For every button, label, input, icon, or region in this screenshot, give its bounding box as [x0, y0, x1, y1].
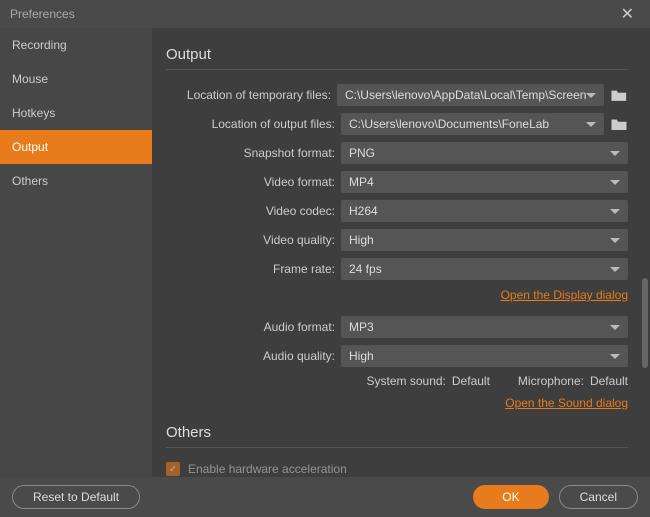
audio-format-value: MP3 [349, 320, 374, 334]
chevron-down-icon [586, 93, 596, 98]
ok-button[interactable]: OK [473, 485, 548, 509]
temp-files-select[interactable]: C:\Users\lenovo\AppData\Local\Temp\Scree… [337, 84, 604, 106]
temp-files-value: C:\Users\lenovo\AppData\Local\Temp\Scree… [345, 88, 586, 102]
reset-button[interactable]: Reset to Default [12, 485, 140, 509]
output-files-select[interactable]: C:\Users\lenovo\Documents\FoneLab [341, 113, 604, 135]
snapshot-format-select[interactable]: PNG [341, 142, 628, 164]
video-format-label: Video format: [166, 175, 341, 189]
chevron-down-icon [610, 267, 620, 272]
chevron-down-icon [610, 151, 620, 156]
close-icon[interactable]: ✕ [615, 2, 640, 26]
system-sound-value: Default [452, 374, 490, 388]
sidebar-item-hotkeys[interactable]: Hotkeys [0, 96, 152, 130]
system-sound-label: System sound: [367, 374, 446, 388]
frame-rate-label: Frame rate: [166, 262, 341, 276]
snapshot-format-value: PNG [349, 146, 375, 160]
snapshot-format-label: Snapshot format: [166, 146, 341, 160]
output-files-value: C:\Users\lenovo\Documents\FoneLab [349, 117, 549, 131]
video-codec-value: H264 [349, 204, 378, 218]
footer: Reset to Default OK Cancel [0, 477, 650, 517]
hw-accel-label: Enable hardware acceleration [188, 462, 347, 476]
content: Output Location of temporary files: C:\U… [152, 28, 650, 477]
folder-icon[interactable] [610, 87, 628, 103]
temp-files-label: Location of temporary files: [166, 88, 337, 102]
section-title-others: Others [166, 424, 628, 448]
audio-quality-value: High [349, 349, 374, 363]
chevron-down-icon [610, 238, 620, 243]
microphone-value: Default [590, 374, 628, 388]
frame-rate-value: 24 fps [349, 262, 382, 276]
titlebar: Preferences ✕ [0, 0, 650, 28]
chevron-down-icon [610, 325, 620, 330]
chevron-down-icon [610, 180, 620, 185]
video-format-value: MP4 [349, 175, 374, 189]
chevron-down-icon [586, 122, 596, 127]
audio-quality-select[interactable]: High [341, 345, 628, 367]
folder-icon[interactable] [610, 116, 628, 132]
output-files-label: Location of output files: [166, 117, 341, 131]
audio-format-label: Audio format: [166, 320, 341, 334]
main: Recording Mouse Hotkeys Output Others Ou… [0, 28, 650, 477]
scrollbar-thumb[interactable] [642, 278, 648, 368]
checkbox-icon[interactable]: ✓ [166, 462, 180, 476]
window-title: Preferences [10, 7, 75, 21]
display-dialog-link[interactable]: Open the Display dialog [166, 288, 628, 302]
audio-format-select[interactable]: MP3 [341, 316, 628, 338]
video-codec-select[interactable]: H264 [341, 200, 628, 222]
section-title-output: Output [166, 46, 628, 70]
hw-accel-row[interactable]: ✓ Enable hardware acceleration [166, 462, 628, 476]
chevron-down-icon [610, 354, 620, 359]
video-format-select[interactable]: MP4 [341, 171, 628, 193]
video-quality-value: High [349, 233, 374, 247]
chevron-down-icon [610, 209, 620, 214]
sidebar-item-output[interactable]: Output [0, 130, 152, 164]
sidebar-item-mouse[interactable]: Mouse [0, 62, 152, 96]
sidebar: Recording Mouse Hotkeys Output Others [0, 28, 152, 477]
cancel-button[interactable]: Cancel [559, 485, 638, 509]
audio-quality-label: Audio quality: [166, 349, 341, 363]
sidebar-item-others[interactable]: Others [0, 164, 152, 198]
sidebar-item-recording[interactable]: Recording [0, 28, 152, 62]
frame-rate-select[interactable]: 24 fps [341, 258, 628, 280]
video-quality-label: Video quality: [166, 233, 341, 247]
video-quality-select[interactable]: High [341, 229, 628, 251]
video-codec-label: Video codec: [166, 204, 341, 218]
sound-dialog-link[interactable]: Open the Sound dialog [166, 396, 628, 410]
audio-status-row: System sound: Default Microphone: Default [166, 374, 628, 388]
microphone-label: Microphone: [518, 374, 584, 388]
